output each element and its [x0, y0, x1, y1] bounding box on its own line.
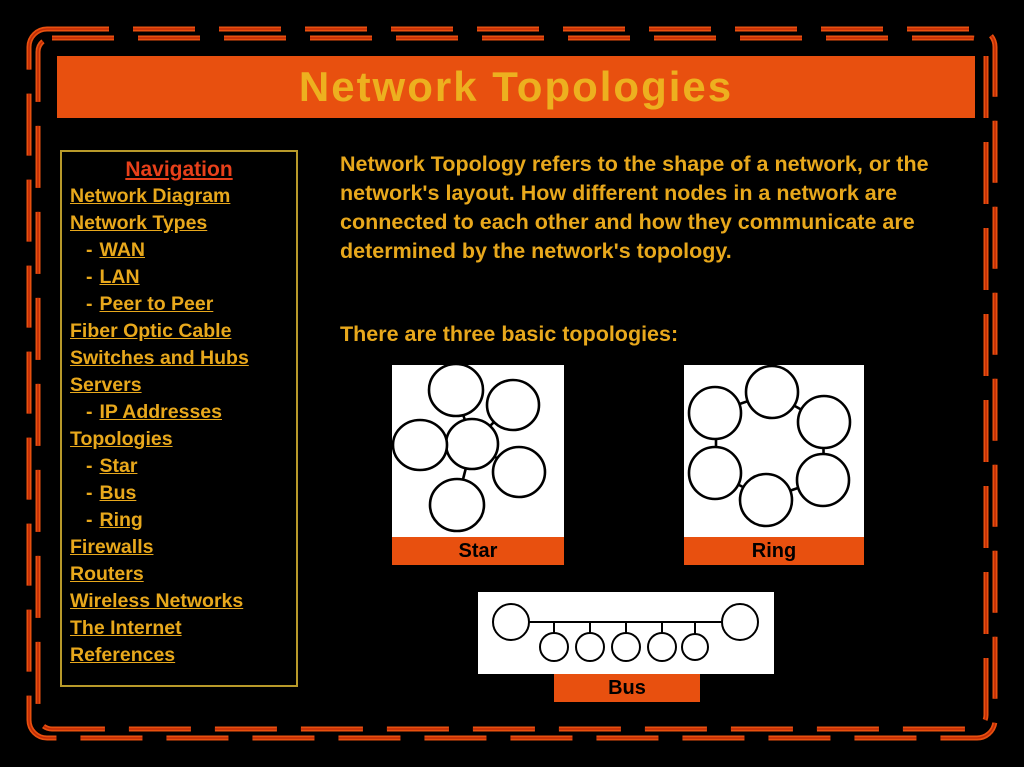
nav-item-label: Topologies	[70, 428, 173, 450]
nav-bullet-dash: -	[86, 509, 93, 531]
nav-item-label: Network Types	[70, 212, 208, 234]
nav-item-references[interactable]: References	[62, 642, 296, 669]
nav-item-label: LAN	[99, 266, 140, 288]
body-paragraph: Network Topology refers to the shape of …	[340, 152, 929, 263]
page-title: Network Topologies	[298, 63, 734, 110]
nav-item-firewalls[interactable]: Firewalls	[62, 534, 296, 561]
nav-item-star[interactable]: - Star	[62, 453, 296, 480]
nav-item-servers[interactable]: Servers	[62, 372, 296, 399]
nav-item-the-internet[interactable]: The Internet	[62, 615, 296, 642]
nav-item-ip-addresses[interactable]: - IP Addresses	[62, 399, 296, 426]
figure-bus: Bus	[478, 592, 774, 702]
nav-item-routers[interactable]: Routers	[62, 561, 296, 588]
nav-bullet-dash: -	[86, 266, 93, 288]
nav-item-label: WAN	[99, 239, 146, 261]
nav-bullet-dash: -	[86, 293, 93, 315]
nav-item-network-types[interactable]: Network Types	[62, 210, 296, 237]
nav-item-bus[interactable]: - Bus	[62, 480, 296, 507]
nav-item-label: Bus	[99, 482, 137, 504]
nav-item-wan[interactable]: - WAN	[62, 237, 296, 264]
nav-item-label: Routers	[70, 563, 144, 585]
slide-canvas: Network Topologies Navigation Network Di…	[0, 0, 1024, 767]
nav-bullet-dash: -	[86, 455, 93, 477]
figure-star: Star	[392, 365, 564, 565]
nav-item-label: Wireless Networks	[70, 590, 244, 612]
nav-item-label: IP Addresses	[99, 401, 222, 423]
nav-item-label: Switches and Hubs	[70, 347, 249, 369]
nav-item-label: Network Diagram	[70, 185, 231, 207]
nav-item-label: The Internet	[70, 617, 182, 639]
nav-bullet-dash: -	[86, 401, 93, 423]
ring-figure-label: Ring	[684, 537, 864, 565]
nav-bullet-dash: -	[86, 482, 93, 504]
bus-topology-diagram	[478, 592, 774, 674]
ring-topology-diagram	[684, 365, 864, 537]
nav-item-label: References	[70, 644, 176, 666]
nav-item-ring[interactable]: - Ring	[62, 507, 296, 534]
nav-item-switches-and-hubs[interactable]: Switches and Hubs	[62, 345, 296, 372]
nav-item-wireless-networks[interactable]: Wireless Networks	[62, 588, 296, 615]
nav-item-label: Servers	[70, 374, 142, 396]
navigation-list: Network Diagram Network Types - WAN - LAN - Pee…	[62, 183, 296, 669]
star-topology-diagram	[392, 365, 564, 537]
bus-figure-label: Bus	[554, 674, 700, 702]
body-subheading: There are three basic topologies:	[340, 322, 679, 346]
nav-item-label: Peer to Peer	[99, 293, 214, 315]
nav-item-fiber-optic-cable[interactable]: Fiber Optic Cable	[62, 318, 296, 345]
nav-item-label: Star	[99, 455, 138, 477]
nav-bullet-dash: -	[86, 239, 93, 261]
nav-item-label: Firewalls	[70, 536, 154, 558]
navigation-panel: Navigation Network Diagram Network Types -…	[60, 150, 298, 687]
nav-item-peer-to-peer[interactable]: - Peer to Peer	[62, 291, 296, 318]
star-figure-label: Star	[392, 537, 564, 565]
nav-item-label: Ring	[99, 509, 143, 531]
navigation-heading: Navigation	[125, 158, 233, 181]
slide-title-bar: Network Topologies	[57, 56, 975, 118]
figure-ring: Ring	[684, 365, 864, 565]
nav-item-topologies[interactable]: Topologies	[62, 426, 296, 453]
nav-item-network-diagram[interactable]: Network Diagram	[62, 183, 296, 210]
nav-item-label: Fiber Optic Cable	[70, 320, 232, 342]
nav-item-lan[interactable]: - LAN	[62, 264, 296, 291]
